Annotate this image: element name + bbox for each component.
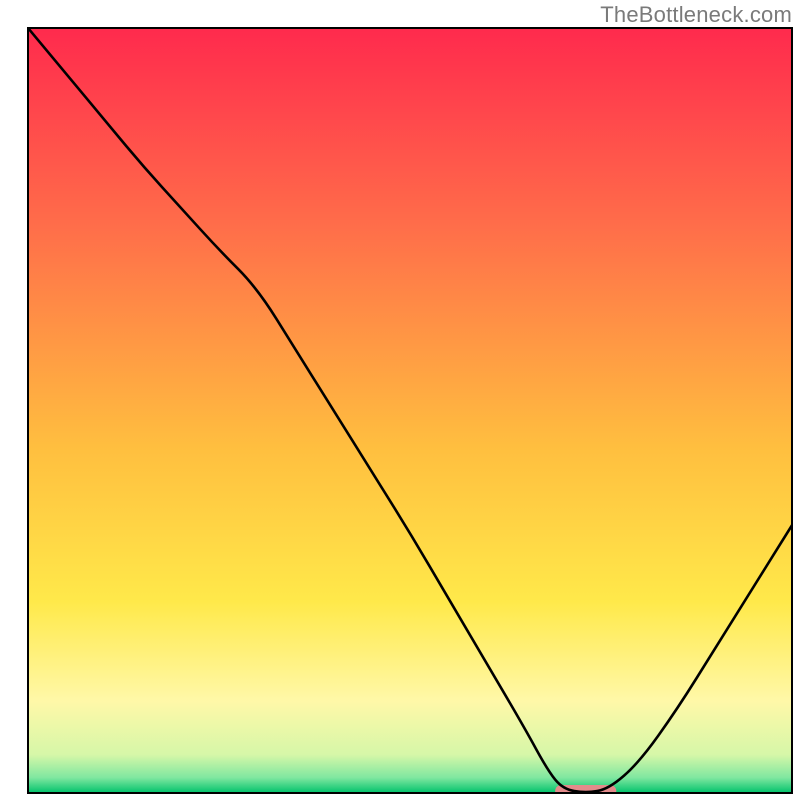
chart-surface [0, 0, 800, 800]
watermark-text: TheBottleneck.com [600, 2, 792, 28]
plot-area [28, 28, 792, 797]
chart-container: TheBottleneck.com [0, 0, 800, 800]
gradient-background [28, 28, 792, 793]
